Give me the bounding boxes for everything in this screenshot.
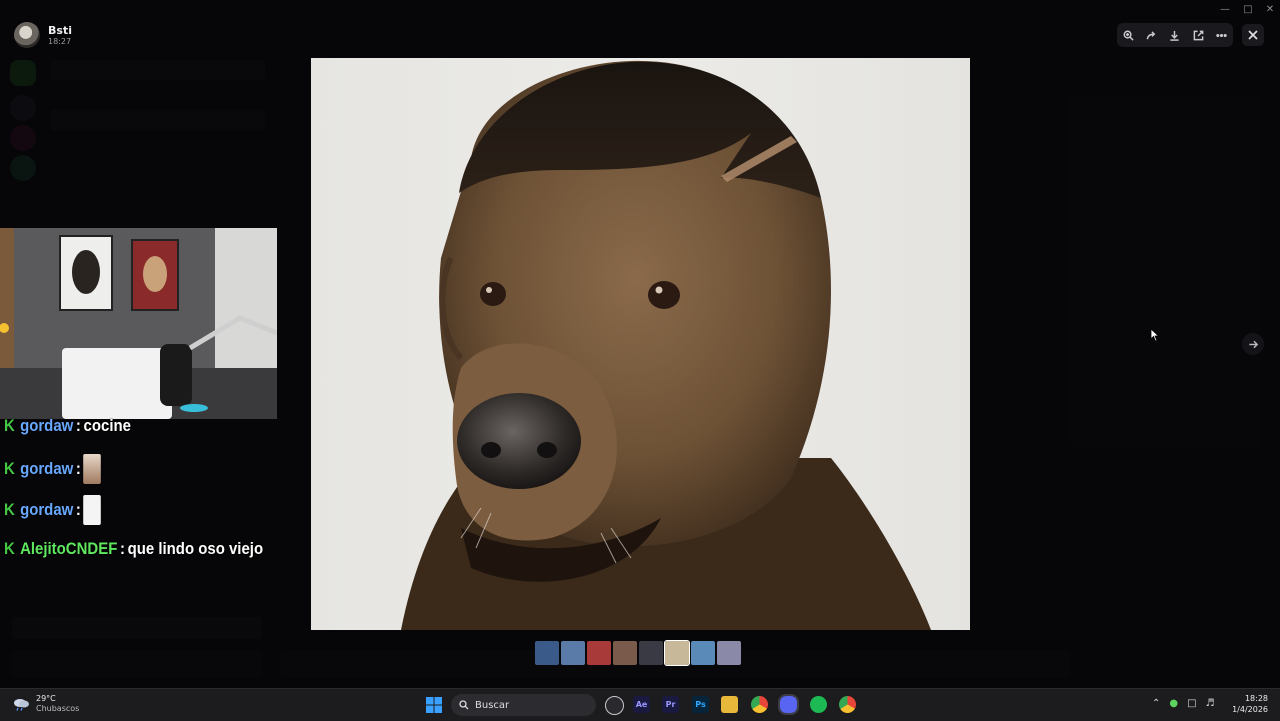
chat-username: gordaw bbox=[20, 416, 74, 435]
avatar bbox=[14, 22, 40, 48]
server-icon bbox=[10, 125, 36, 151]
obs-app-icon[interactable] bbox=[605, 696, 624, 715]
post-time: 18:27 bbox=[48, 36, 72, 46]
zoom-in-icon[interactable] bbox=[1121, 27, 1137, 43]
author-name: Bsti bbox=[48, 23, 72, 37]
weather-temperature: 29°C bbox=[36, 694, 56, 703]
spotify-app-icon[interactable] bbox=[810, 696, 827, 713]
chat-separator: : bbox=[75, 459, 81, 478]
clock-time: 18:28 bbox=[1244, 694, 1268, 703]
maximize-window-icon[interactable]: □ bbox=[1242, 4, 1254, 16]
channel-row bbox=[50, 60, 265, 80]
channel-row bbox=[50, 110, 265, 130]
thumbnail[interactable] bbox=[613, 641, 637, 665]
photoshop-app-icon[interactable]: Ps bbox=[692, 696, 709, 713]
cloud-rain-icon bbox=[14, 699, 29, 711]
windows-start-icon[interactable] bbox=[426, 697, 442, 713]
system-tray: ⌃ ● □ ♬ bbox=[1152, 698, 1215, 709]
chat-text: cocine bbox=[83, 416, 131, 435]
webcam-scene bbox=[0, 228, 277, 419]
taskbar-search[interactable]: Buscar bbox=[451, 694, 596, 716]
chat-username: gordaw bbox=[20, 459, 74, 478]
volume-icon[interactable]: ♬ bbox=[1206, 698, 1215, 709]
thumbnail-strip bbox=[535, 640, 741, 666]
chrome-app-icon[interactable] bbox=[751, 696, 768, 713]
server-icon bbox=[10, 60, 36, 86]
image-viewer-toolbar bbox=[1117, 23, 1233, 47]
emote-image bbox=[83, 495, 102, 525]
download-icon[interactable] bbox=[1167, 27, 1183, 43]
mouse-cursor-icon bbox=[1150, 328, 1160, 342]
thumbnail[interactable] bbox=[691, 641, 715, 665]
emote-image bbox=[83, 454, 102, 484]
server-icon bbox=[10, 155, 36, 181]
chat-message: K gordaw : bbox=[4, 454, 102, 484]
chat-separator: : bbox=[75, 500, 81, 519]
discord-app-icon[interactable] bbox=[778, 694, 799, 715]
taskbar: 29°C Chubascos Buscar Ae Pr Ps ⌃ ● □ ♬ 1… bbox=[0, 688, 1280, 721]
voice-panel bbox=[12, 617, 262, 639]
webcam-feed bbox=[0, 228, 277, 419]
more-icon[interactable] bbox=[1213, 27, 1229, 43]
weather-widget[interactable]: 29°C Chubascos bbox=[12, 694, 79, 714]
thumbnail-selected[interactable] bbox=[664, 640, 690, 666]
thumbnail[interactable] bbox=[639, 641, 663, 665]
kick-badge-icon: K bbox=[4, 500, 15, 519]
close-window-icon[interactable]: ✕ bbox=[1264, 4, 1276, 16]
chevron-up-icon[interactable]: ⌃ bbox=[1152, 698, 1160, 709]
file-explorer-icon[interactable] bbox=[721, 696, 738, 713]
chat-separator: : bbox=[119, 539, 125, 558]
image-author: Bsti 18:27 bbox=[14, 22, 72, 48]
weather-description: Chubascos bbox=[36, 704, 80, 713]
author-info: Bsti 18:27 bbox=[48, 24, 72, 47]
chrome-profile-app-icon[interactable] bbox=[839, 696, 856, 713]
kick-badge-icon: K bbox=[4, 459, 15, 478]
clock-date: 1/4/2026 bbox=[1232, 705, 1268, 714]
close-viewer-button[interactable] bbox=[1242, 24, 1264, 46]
search-label: Buscar bbox=[475, 699, 510, 711]
user-panel bbox=[12, 650, 262, 678]
thumbnail[interactable] bbox=[587, 641, 611, 665]
microphone-icon[interactable]: ● bbox=[1169, 698, 1178, 709]
thumbnail[interactable] bbox=[717, 641, 741, 665]
kick-badge-icon: K bbox=[4, 539, 15, 558]
viewed-image bbox=[311, 58, 970, 630]
chat-text: que lindo oso viejo bbox=[127, 539, 264, 558]
thumbnail[interactable] bbox=[561, 641, 585, 665]
premiere-app-icon[interactable]: Pr bbox=[662, 696, 679, 713]
next-image-button[interactable] bbox=[1242, 333, 1264, 355]
after-effects-app-icon[interactable]: Ae bbox=[633, 696, 650, 713]
chat-username: AlejitoCNDEF bbox=[20, 539, 118, 558]
chat-message: K gordaw : cocine bbox=[4, 416, 131, 436]
close-icon bbox=[1248, 30, 1258, 40]
open-external-icon[interactable] bbox=[1190, 27, 1206, 43]
search-icon bbox=[459, 700, 469, 710]
thumbnail[interactable] bbox=[535, 641, 559, 665]
forward-icon[interactable] bbox=[1144, 27, 1160, 43]
arrow-right-icon bbox=[1248, 340, 1258, 348]
profile-panel bbox=[1070, 90, 1260, 450]
chat-separator: : bbox=[75, 416, 81, 435]
chat-message: K gordaw : bbox=[4, 495, 102, 525]
chat-message: K AlejitoCNDEF : que lindo oso viejo bbox=[4, 539, 263, 559]
bear-photo bbox=[401, 60, 931, 630]
kick-badge-icon: K bbox=[4, 416, 15, 435]
chat-username: gordaw bbox=[20, 500, 74, 519]
network-icon[interactable]: □ bbox=[1187, 698, 1196, 709]
taskbar-clock[interactable]: 18:28 1/4/2026 bbox=[1230, 693, 1268, 715]
minimize-window-icon[interactable]: — bbox=[1219, 4, 1231, 16]
server-icon bbox=[10, 95, 36, 121]
